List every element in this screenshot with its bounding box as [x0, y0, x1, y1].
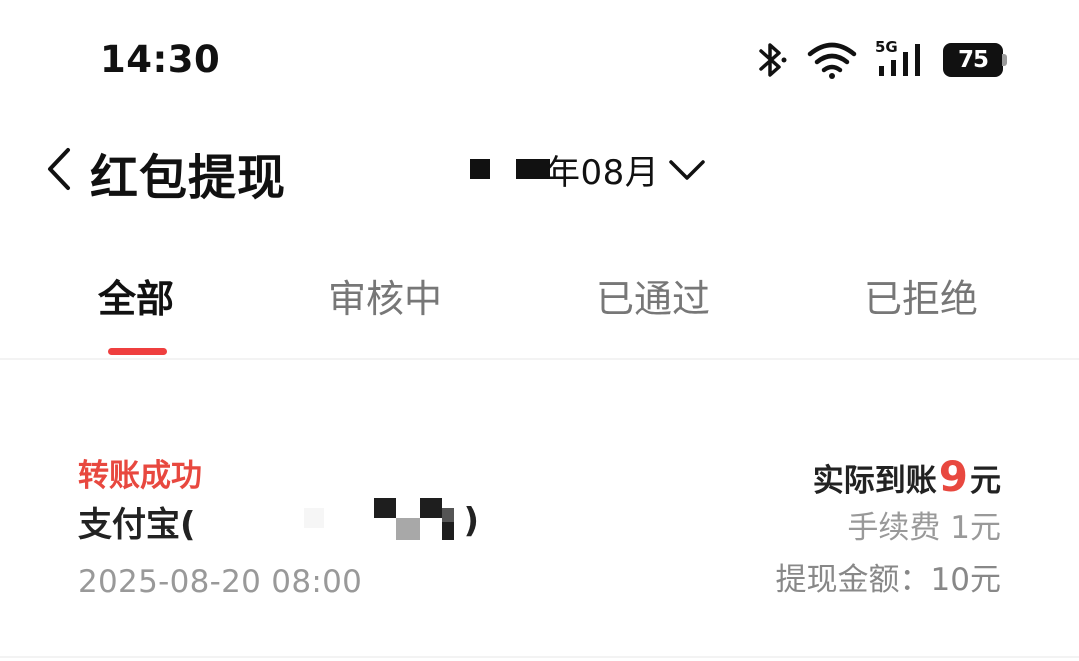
battery-icon: 75 [943, 43, 1007, 77]
redacted-year-part-1 [470, 159, 490, 179]
status-bar: 14:30 5G 75 [0, 0, 1079, 110]
wifi-icon [807, 42, 857, 79]
actual-received: 实际到账9元 [776, 454, 1001, 500]
account-prefix: 支付宝( [78, 504, 196, 545]
page-title: 红包提现 [90, 150, 287, 206]
redacted-year-part-2 [516, 159, 550, 179]
screen: 14:30 5G 75 红包提现 年08月 全部 审核中 已通过 已拒绝 转账成… [0, 0, 1079, 661]
withdrawal-amount: 提现金额：10元 [775, 562, 1001, 598]
bluetooth-icon [759, 43, 787, 77]
actual-received-amount: 9 [938, 452, 968, 501]
redacted-account-mosaic [196, 498, 464, 544]
record-account: 支付宝( ) [78, 498, 480, 545]
service-fee: 手续费 1元 [847, 510, 1001, 546]
tab-rejected[interactable]: 已拒绝 [864, 268, 978, 323]
record-amounts: 实际到账9元 手续费 1元 提现金额：10元 [776, 454, 1001, 600]
actual-received-label: 实际到账 [812, 463, 937, 499]
back-arrow-icon [48, 148, 70, 190]
cellular-signal-icon: 5G [875, 38, 925, 80]
filter-tabs: 全部 审核中 已通过 已拒绝 [0, 250, 1079, 360]
actual-received-unit: 元 [970, 463, 1001, 499]
month-picker[interactable]: 年08月 [470, 144, 707, 194]
active-tab-indicator [108, 348, 167, 355]
battery-level: 75 [943, 43, 1003, 77]
tab-approved[interactable]: 已通过 [596, 268, 710, 323]
record-time: 2025-08-20 08:00 [78, 564, 363, 600]
record-status: 转账成功 [78, 458, 202, 494]
withdrawal-record[interactable]: 转账成功 支付宝( ) 2025-08-20 08:00 实际到账9元 手续费 … [0, 440, 1079, 658]
back-button[interactable] [40, 144, 80, 194]
tab-all[interactable]: 全部 [98, 268, 174, 323]
month-picker-label: 年08月 [546, 152, 660, 193]
status-icons: 5G 75 [753, 38, 1007, 82]
chevron-down-icon [669, 160, 706, 180]
status-time: 14:30 [100, 38, 221, 81]
app-header: 红包提现 年08月 [0, 118, 1079, 218]
tab-under-review[interactable]: 审核中 [328, 268, 442, 323]
account-suffix: ) [463, 501, 480, 541]
